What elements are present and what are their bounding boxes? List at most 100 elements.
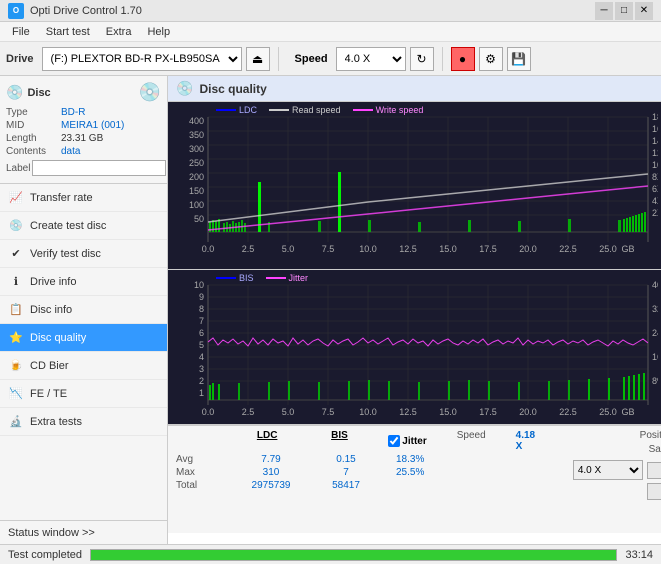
svg-text:17.5: 17.5 [479,407,497,417]
svg-text:3: 3 [199,364,204,374]
cd-bier-icon: 🍺 [8,358,24,374]
close-button[interactable]: ✕ [635,2,653,20]
menu-start-test[interactable]: Start test [38,24,98,40]
titlebar-left: O Opti Drive Control 1.70 [8,3,142,19]
stats-total-row: Total 2975739 58417 [176,480,543,491]
status-bar: Test completed 33:14 [0,544,661,564]
avg-label: Avg [176,454,216,465]
start-full-button[interactable]: Start full [647,462,661,479]
sidebar-item-transfer-rate-label: Transfer rate [30,192,93,204]
window-controls: ─ □ ✕ [595,2,653,20]
svg-text:7: 7 [199,316,204,326]
read-speed-legend-label: Read speed [292,105,341,115]
nav-items: 📈 Transfer rate 💿 Create test disc ✔ Ver… [0,184,167,520]
sidebar-item-cd-bier[interactable]: 🍺 CD Bier [0,352,167,380]
svg-text:0.0: 0.0 [202,407,215,417]
sidebar-item-fe-te[interactable]: 📉 FE / TE [0,380,167,408]
speed-label: Speed [295,53,328,65]
sidebar-item-extra-tests[interactable]: 🔬 Extra tests [0,408,167,436]
total-ldc: 2975739 [246,480,296,491]
menu-help[interactable]: Help [139,24,178,40]
total-label: Total [176,480,216,491]
disc-type-label: Type [6,107,61,118]
max-jitter: 25.5% [396,467,476,478]
scan-button[interactable]: ● [451,47,475,71]
svg-text:10.0: 10.0 [359,244,377,254]
svg-text:250: 250 [189,158,204,168]
read-speed-legend: Read speed [269,105,341,115]
svg-text:20.0: 20.0 [519,407,537,417]
btn-row2: Start part [547,483,661,500]
svg-text:4X: 4X [652,196,658,206]
svg-text:18X: 18X [652,112,658,122]
main-content: 💿 Disc 💿 Type BD-R MID MEIRA1 (001) Leng… [0,76,661,544]
sidebar-item-drive-info[interactable]: ℹ Drive info [0,268,167,296]
minimize-button[interactable]: ─ [595,2,613,20]
sidebar-item-transfer-rate[interactable]: 📈 Transfer rate [0,184,167,212]
jitter-checkbox[interactable] [388,435,400,447]
svg-text:4: 4 [199,352,204,362]
svg-text:2.5: 2.5 [242,244,255,254]
svg-text:5.0: 5.0 [282,407,295,417]
speed-select[interactable]: 4.0 X [336,47,406,71]
menu-file[interactable]: File [4,24,38,40]
sidebar-item-disc-info[interactable]: 📋 Disc info [0,296,167,324]
refresh-button[interactable]: ↻ [410,47,434,71]
svg-text:2X: 2X [652,208,658,218]
save-button[interactable]: 💾 [507,47,531,71]
svg-text:200: 200 [189,172,204,182]
avg-bis: 0.15 [326,454,366,465]
chart2-legend: BIS Jitter [216,273,308,283]
svg-text:25.0: 25.0 [599,407,617,417]
eject-button[interactable]: ⏏ [246,47,270,71]
jitter-header: Jitter [402,436,426,447]
progress-bar [90,549,617,561]
svg-text:8: 8 [199,304,204,314]
svg-text:10X: 10X [652,160,658,170]
sidebar-item-drive-info-label: Drive info [30,276,76,288]
max-ldc: 310 [246,467,296,478]
svg-text:12.5: 12.5 [399,244,417,254]
total-bis: 58417 [326,480,366,491]
svg-text:16X: 16X [652,124,658,134]
transfer-rate-icon: 📈 [8,190,24,206]
disc-contents-value: data [61,146,161,157]
sidebar-item-create-test-disc[interactable]: 💿 Create test disc [0,212,167,240]
avg-ldc: 7.79 [246,454,296,465]
max-label: Max [176,467,216,478]
btn-row: 4.0 X Start full [547,460,661,480]
sidebar-item-disc-quality[interactable]: ⭐ Disc quality [0,324,167,352]
toolbar-separator [278,47,279,71]
start-part-button[interactable]: Start part [647,483,661,500]
app-icon: O [8,3,24,19]
avg-jitter: 18.3% [396,454,476,465]
svg-text:GB: GB [621,407,634,417]
disc-label-row: Label ✎ [6,159,161,177]
disc-header-img: 💿 [139,82,161,103]
svg-text:6X: 6X [652,184,658,194]
svg-text:10.0: 10.0 [359,407,377,417]
drive-select[interactable]: (F:) PLEXTOR BD-R PX-LB950SA 1.06 [42,47,242,71]
menu-extra[interactable]: Extra [98,24,140,40]
disc-panel: 💿 Disc 💿 Type BD-R MID MEIRA1 (001) Leng… [0,76,167,184]
extra-tests-icon: 🔬 [8,414,24,430]
disc-label-label: Label [6,163,30,174]
settings-button[interactable]: ⚙ [479,47,503,71]
speed-select-stats[interactable]: 4.0 X [573,460,643,480]
write-speed-legend: Write speed [353,105,424,115]
jitter-legend-label: Jitter [289,273,309,283]
svg-text:350: 350 [189,130,204,140]
svg-text:6: 6 [199,328,204,338]
status-text: Test completed [8,549,82,561]
chart1-container: LDC Read speed Write speed 400 350 3 [168,102,661,270]
maximize-button[interactable]: □ [615,2,633,20]
ldc-header: LDC [244,430,291,452]
ldc-legend: LDC [216,105,257,115]
svg-text:20.0: 20.0 [519,244,537,254]
chart2-svg: 10 9 8 7 6 5 4 3 2 1 40% 32% 24% 16% 8% [168,270,658,425]
disc-label-input[interactable] [32,160,166,176]
window-title: Opti Drive Control 1.70 [30,5,142,17]
speed-value: 4.18 X [516,430,543,452]
svg-text:9: 9 [199,292,204,302]
sidebar-item-verify-test-disc[interactable]: ✔ Verify test disc [0,240,167,268]
